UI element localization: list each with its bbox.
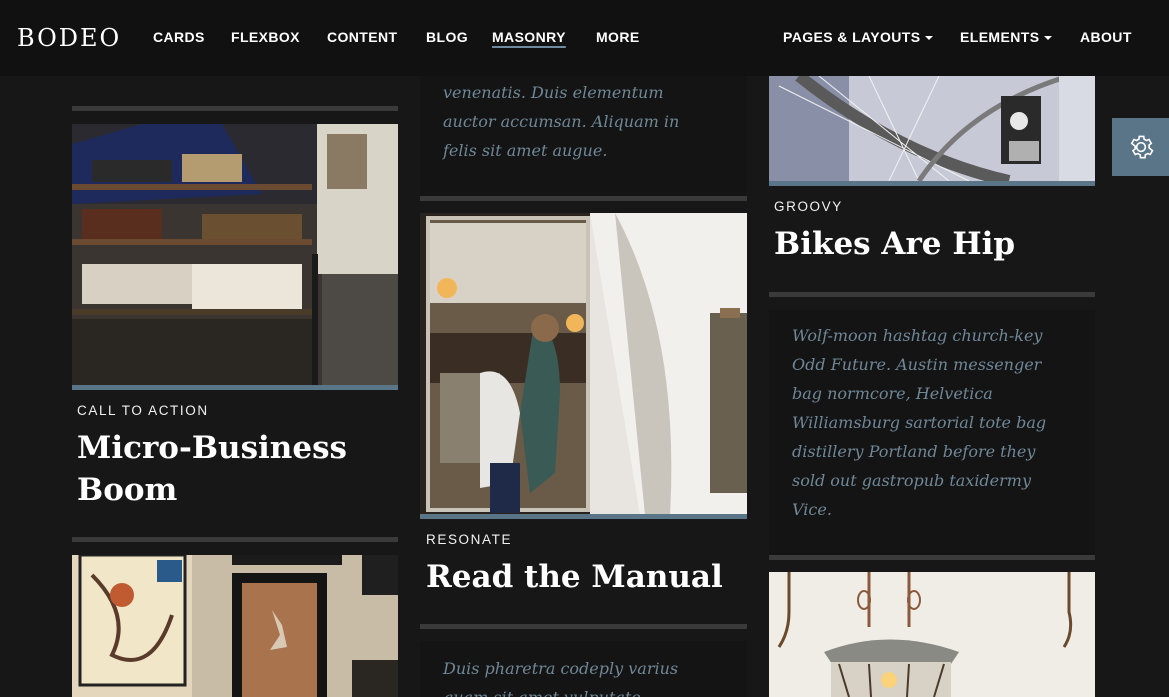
excerpt-line: auctor accumsan. Aliquam in (443, 112, 680, 131)
image-accent-bar (420, 514, 747, 519)
excerpt-text: Duis pharetra codeply varius quam sit am… (443, 654, 678, 697)
excerpt-line: Wolf-moon hashtag church-key (792, 326, 1043, 345)
nav-link-blog[interactable]: BLOG (426, 29, 468, 45)
settings-button[interactable] (1112, 118, 1169, 176)
gallery-wall-image[interactable] (72, 555, 398, 697)
card-title-line: Boom (77, 472, 178, 508)
image-accent-bar (769, 181, 1095, 186)
excerpt-card: Duis pharetra codeply varius quam sit am… (420, 641, 747, 697)
nav-dropdown-pages-layouts[interactable]: PAGES & LAYOUTS (783, 29, 934, 45)
card-divider (72, 537, 398, 542)
excerpt-line: felis sit amet augue. (443, 141, 608, 160)
excerpt-line: quam sit amet vulputate. (443, 683, 678, 697)
bicycle-wheel-image[interactable] (769, 76, 1095, 181)
excerpt-text: venenatis. Duis elementum auctor accumsa… (443, 78, 679, 165)
shop-shelves-image[interactable] (72, 124, 398, 385)
store-mirror-image[interactable] (420, 213, 747, 515)
excerpt-card: Wolf-moon hashtag church-key Odd Future.… (769, 310, 1095, 555)
excerpt-line: bag normcore, Helvetica (792, 384, 993, 403)
excerpt-line: Williamsburg sartorial tote bag (792, 413, 1047, 432)
caret-down-icon (925, 36, 934, 41)
nav-link-content[interactable]: CONTENT (327, 29, 397, 45)
top-navbar: BODEO CARDS FLEXBOX CONTENT BLOG MASONRY… (0, 0, 1169, 76)
card-title[interactable]: Read the Manual (426, 556, 723, 598)
nav-link-masonry[interactable]: MASONRY (492, 29, 566, 45)
card-divider (72, 106, 398, 111)
gear-icon (1130, 135, 1154, 159)
nav-link-cards[interactable]: CARDS (153, 29, 205, 45)
excerpt-line: distillery Portland before they (792, 442, 1036, 461)
pendant-lamp-image[interactable] (769, 572, 1095, 697)
excerpt-line: sold out gastropub taxidermy (792, 471, 1031, 490)
card-title[interactable]: Micro-Business Boom (77, 427, 347, 511)
excerpt-card: venenatis. Duis elementum auctor accumsa… (420, 76, 747, 196)
card-title[interactable]: Bikes Are Hip (774, 223, 1015, 265)
card-divider (420, 196, 747, 201)
caret-down-icon (1044, 36, 1053, 41)
card-divider (420, 624, 747, 629)
card-category: RESONATE (426, 532, 513, 547)
card-category: CALL TO ACTION (77, 403, 209, 418)
excerpt-line: Duis pharetra codeply varius (443, 659, 679, 678)
excerpt-line: venenatis. Duis elementum (443, 83, 664, 102)
nav-dropdown-elements[interactable]: ELEMENTS (960, 29, 1053, 45)
card-title-line: Micro-Business (77, 430, 347, 466)
card-divider (769, 292, 1095, 297)
brand-logo[interactable]: BODEO (17, 24, 121, 52)
nav-link-flexbox[interactable]: FLEXBOX (231, 29, 300, 45)
card-category: GROOVY (774, 199, 843, 214)
card-divider (769, 555, 1095, 560)
excerpt-line: Vice. (792, 500, 832, 519)
nav-dropdown-label: PAGES & LAYOUTS (783, 29, 921, 45)
excerpt-line: Odd Future. Austin messenger (792, 355, 1042, 374)
image-accent-bar (72, 385, 398, 390)
nav-link-about[interactable]: ABOUT (1080, 29, 1132, 45)
excerpt-text: Wolf-moon hashtag church-key Odd Future.… (792, 321, 1046, 524)
nav-link-more[interactable]: MORE (596, 29, 640, 45)
nav-dropdown-label: ELEMENTS (960, 29, 1040, 45)
